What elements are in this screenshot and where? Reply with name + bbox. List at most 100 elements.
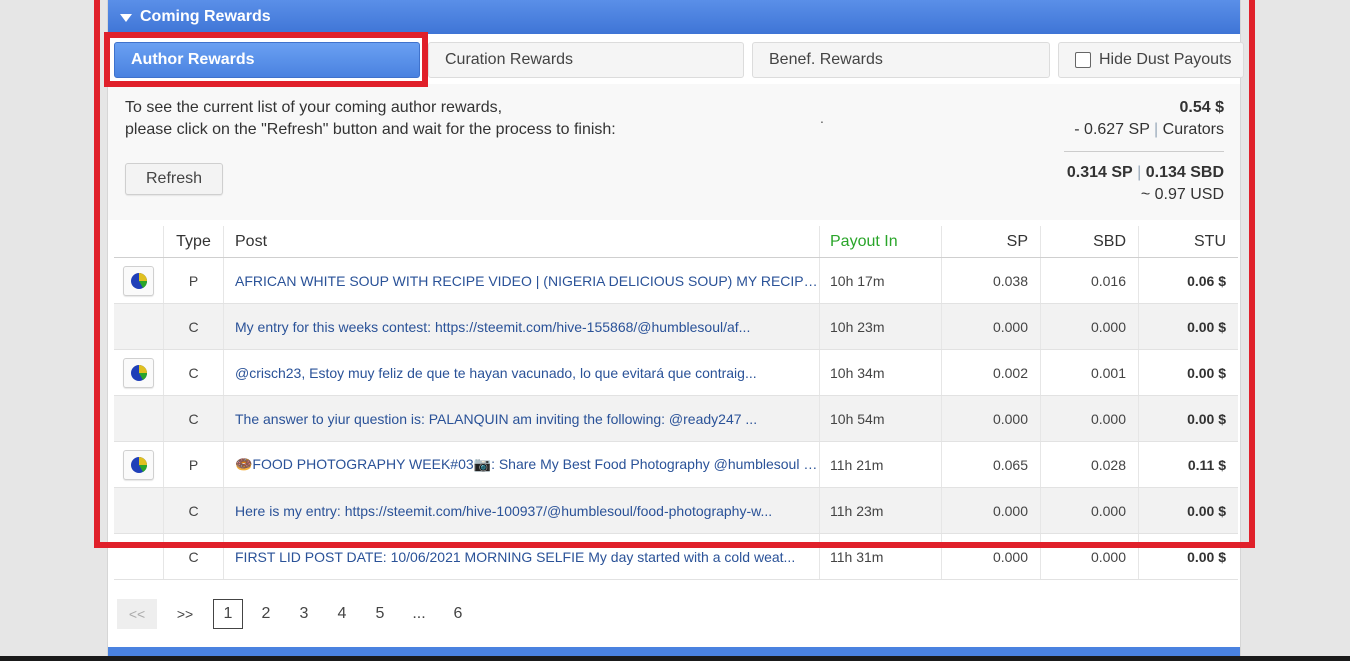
reward-tabs: Author Rewards Curation Rewards Benef. R… xyxy=(114,42,1244,78)
header-payout[interactable]: Payout In xyxy=(820,226,942,257)
row-sbd: 0.028 xyxy=(1041,442,1139,487)
page-5[interactable]: 5 xyxy=(365,599,395,629)
taskbar-strip xyxy=(0,656,1350,661)
curators-separator: | xyxy=(1154,121,1159,138)
row-post-title[interactable]: AFRICAN WHITE SOUP WITH RECIPE VIDEO | (… xyxy=(235,273,819,289)
header-sp[interactable]: SP xyxy=(942,226,1041,257)
row-icon-cell xyxy=(114,304,164,349)
row-type: C xyxy=(164,534,224,579)
header-type[interactable]: Type xyxy=(164,226,224,257)
table-header: Type Post Payout In SP SBD STU xyxy=(114,226,1238,258)
info-line-2: please click on the "Refresh" button and… xyxy=(125,121,616,138)
row-icon-cell xyxy=(114,350,164,395)
row-sbd: 0.000 xyxy=(1041,304,1139,349)
row-post-title[interactable]: Here is my entry: https://steemit.com/hi… xyxy=(235,503,772,519)
row-post-title[interactable]: 🍩FOOD PHOTOGRAPHY WEEK#03📷: Share My Bes… xyxy=(235,456,819,473)
row-payout: 10h 17m xyxy=(820,258,942,303)
row-post-title[interactable]: The answer to yiur question is: PALANQUI… xyxy=(235,411,757,427)
vote-chart-button[interactable] xyxy=(123,265,154,296)
row-payout: 11h 23m xyxy=(820,488,942,533)
row-post-link[interactable]: @crisch23, Estoy muy feliz de que te hay… xyxy=(224,350,820,395)
row-icon-cell xyxy=(114,396,164,441)
info-line-1: To see the current list of your coming a… xyxy=(125,99,503,116)
info-section: To see the current list of your coming a… xyxy=(108,84,1240,220)
hide-dust-checkbox[interactable] xyxy=(1075,52,1091,68)
tab-author-rewards[interactable]: Author Rewards xyxy=(114,42,420,78)
vote-chart-button[interactable] xyxy=(123,357,154,388)
row-payout: 10h 34m xyxy=(820,350,942,395)
row-sp: 0.002 xyxy=(942,350,1041,395)
table-row: P 🍩FOOD PHOTOGRAPHY WEEK#03📷: Share My Be… xyxy=(114,442,1238,488)
row-stu: 0.00 $ xyxy=(1187,318,1226,335)
row-icon-cell xyxy=(114,258,164,303)
row-post-link[interactable]: FIRST LID POST DATE: 10/06/2021 MORNING … xyxy=(224,534,820,579)
hide-dust-label: Hide Dust Payouts xyxy=(1099,51,1232,68)
table-row: C The answer to yiur question is: PALANQU… xyxy=(114,396,1238,442)
panel-title: Coming Rewards xyxy=(140,8,271,25)
row-sbd: 0.000 xyxy=(1041,534,1139,579)
row-type: C xyxy=(164,488,224,533)
row-sp: 0.000 xyxy=(942,488,1041,533)
row-type: C xyxy=(164,350,224,395)
header-post[interactable]: Post xyxy=(224,226,820,257)
tab-author-label: Author Rewards xyxy=(131,51,255,68)
row-post-link[interactable]: 🍩FOOD PHOTOGRAPHY WEEK#03📷: Share My Bes… xyxy=(224,442,820,487)
page-2[interactable]: 2 xyxy=(251,599,281,629)
net-line: 0.314 SP | 0.134 SBD xyxy=(984,162,1224,184)
row-type: C xyxy=(164,304,224,349)
row-post-link[interactable]: AFRICAN WHITE SOUP WITH RECIPE VIDEO | (… xyxy=(224,258,820,303)
prev-page-button[interactable]: << xyxy=(117,599,157,629)
header-stu[interactable]: STU xyxy=(1139,226,1238,257)
row-post-title[interactable]: @crisch23, Estoy muy feliz de que te hay… xyxy=(235,365,757,381)
row-sp: 0.000 xyxy=(942,396,1041,441)
table-body: P AFRICAN WHITE SOUP WITH RECIPE VIDEO | … xyxy=(114,258,1238,580)
rewards-table: Type Post Payout In SP SBD STU P AFRICAN … xyxy=(114,226,1238,580)
tab-curation-rewards[interactable]: Curation Rewards xyxy=(428,42,744,78)
net-usd: ~ 0.97 USD xyxy=(1140,186,1224,203)
table-row: C My entry for this weeks contest: https:… xyxy=(114,304,1238,350)
next-page-button[interactable]: >> xyxy=(165,599,205,629)
total-usd: 0.54 $ xyxy=(1179,99,1224,116)
vote-chart-button[interactable] xyxy=(123,449,154,480)
row-icon-cell xyxy=(114,442,164,487)
row-icon-cell xyxy=(114,488,164,533)
tab-curation-label: Curation Rewards xyxy=(445,51,574,68)
progress-dot: . xyxy=(820,110,824,126)
row-payout: 10h 54m xyxy=(820,396,942,441)
row-stu: 0.00 $ xyxy=(1187,548,1226,565)
net-separator: | xyxy=(1137,164,1142,181)
page-3[interactable]: 3 xyxy=(289,599,319,629)
hide-dust-payouts-toggle[interactable]: Hide Dust Payouts xyxy=(1058,42,1244,78)
pie-chart-icon xyxy=(130,456,147,473)
row-sbd: 0.016 xyxy=(1041,258,1139,303)
row-post-link[interactable]: My entry for this weeks contest: https:/… xyxy=(224,304,820,349)
collapse-triangle-icon[interactable] xyxy=(120,14,132,22)
table-row: C Here is my entry: https://steemit.com/h… xyxy=(114,488,1238,534)
coming-rewards-panel: Coming Rewards Author Rewards Curation R… xyxy=(107,0,1244,661)
page-1[interactable]: 1 xyxy=(213,599,243,629)
row-stu: 0.00 $ xyxy=(1187,364,1226,381)
page-4[interactable]: 4 xyxy=(327,599,357,629)
pagination: << >> 1 2 3 4 5 ... 6 xyxy=(117,598,481,630)
net-sp: 0.314 SP xyxy=(1066,164,1133,181)
header-sbd[interactable]: SBD xyxy=(1041,226,1139,257)
summary-divider xyxy=(1064,151,1224,152)
row-type: P xyxy=(164,258,224,303)
curators-sp: - 0.627 SP xyxy=(1074,121,1150,138)
summary-totals: 0.54 $ - 0.627 SP | Curators xyxy=(1054,97,1224,141)
row-sp: 0.038 xyxy=(942,258,1041,303)
panel-header[interactable]: Coming Rewards xyxy=(108,0,1240,34)
tab-benef-rewards[interactable]: Benef. Rewards xyxy=(752,42,1050,78)
row-post-link[interactable]: Here is my entry: https://steemit.com/hi… xyxy=(224,488,820,533)
row-sbd: 0.001 xyxy=(1041,350,1139,395)
row-post-title[interactable]: My entry for this weeks contest: https:/… xyxy=(235,319,750,335)
curators-line: - 0.627 SP | Curators xyxy=(1054,119,1224,141)
row-stu: 0.00 $ xyxy=(1187,502,1226,519)
row-sp: 0.000 xyxy=(942,304,1041,349)
page-6[interactable]: 6 xyxy=(443,599,473,629)
refresh-button[interactable]: Refresh xyxy=(125,163,223,195)
table-row: P AFRICAN WHITE SOUP WITH RECIPE VIDEO | … xyxy=(114,258,1238,304)
header-icon-col xyxy=(114,226,164,257)
row-post-title[interactable]: FIRST LID POST DATE: 10/06/2021 MORNING … xyxy=(235,549,795,565)
row-post-link[interactable]: The answer to yiur question is: PALANQUI… xyxy=(224,396,820,441)
